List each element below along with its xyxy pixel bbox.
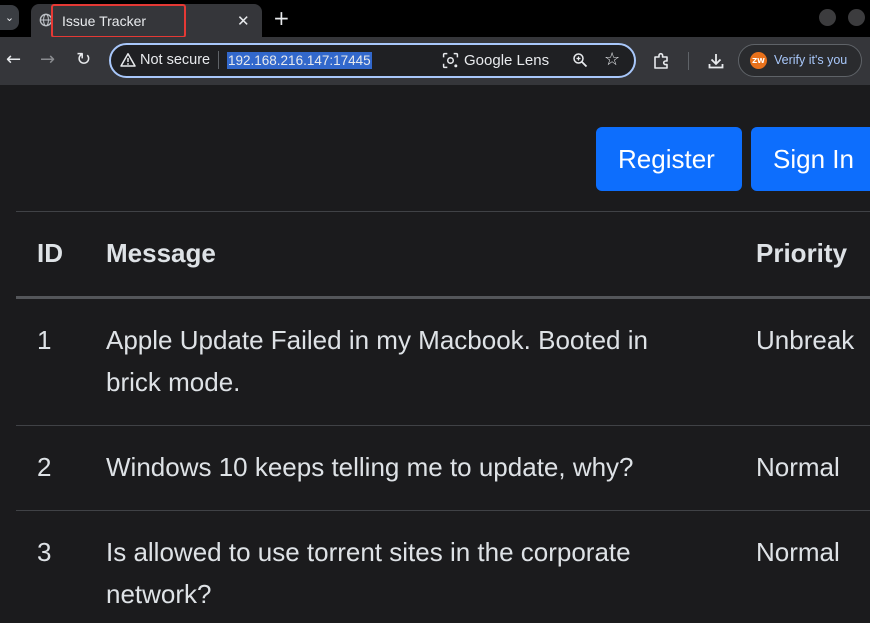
row-divider xyxy=(16,425,870,426)
page-content: Register Sign In ID Message Priority 1 A… xyxy=(0,85,870,623)
warning-icon[interactable] xyxy=(120,52,136,68)
row-id: 2 xyxy=(37,452,52,482)
verify-identity-button[interactable]: ZW Verify it's you xyxy=(738,44,862,77)
row-message: Apple Update Failed in my Macbook. Boote… xyxy=(106,325,648,355)
header-priority: Priority xyxy=(756,238,848,268)
sign-in-button[interactable]: Sign In xyxy=(751,127,870,191)
back-button[interactable]: ← xyxy=(6,49,21,71)
google-lens-icon[interactable] xyxy=(442,52,459,69)
header-message: Message xyxy=(106,238,216,268)
extensions-puzzle-icon[interactable] xyxy=(652,51,672,71)
row-message-continued: brick mode. xyxy=(106,367,241,397)
verify-label: Verify it's you xyxy=(774,53,848,67)
security-status[interactable]: Not secure xyxy=(140,52,210,68)
row-id: 1 xyxy=(37,325,52,355)
forward-button[interactable]: → xyxy=(40,49,55,71)
tab-title: Issue Tracker xyxy=(62,13,147,29)
profile-avatar: ZW xyxy=(750,52,767,69)
browser-tab-bar: ⌄ Issue Tracker ✕ + xyxy=(0,0,870,38)
header-divider xyxy=(16,296,870,299)
address-bar[interactable]: Not secure 192.168.216.147:17445 Google … xyxy=(109,43,636,78)
header-id: ID xyxy=(37,238,63,268)
table-top-border xyxy=(16,211,870,212)
row-message: Windows 10 keeps telling me to update, w… xyxy=(106,452,634,482)
row-divider xyxy=(16,510,870,511)
zoom-icon[interactable] xyxy=(572,52,588,68)
row-message-continued: network? xyxy=(106,579,212,609)
window-minimize-button[interactable] xyxy=(819,9,836,26)
url-text[interactable]: 192.168.216.147:17445 xyxy=(227,52,372,69)
omnibox-divider xyxy=(218,51,219,69)
tab-list-button[interactable]: ⌄ xyxy=(0,5,19,30)
bookmark-star-icon[interactable]: ☆ xyxy=(604,49,620,70)
google-lens-label[interactable]: Google Lens xyxy=(464,52,549,69)
window-maximize-button[interactable] xyxy=(848,9,865,26)
row-priority: Normal xyxy=(756,452,840,482)
toolbar-divider xyxy=(688,52,689,70)
row-priority: Normal xyxy=(756,537,840,567)
tab-close-icon[interactable]: ✕ xyxy=(237,12,250,30)
row-message: Is allowed to use torrent sites in the c… xyxy=(106,537,631,567)
new-tab-button[interactable]: + xyxy=(273,6,290,30)
reload-button[interactable]: ↻ xyxy=(76,49,91,71)
download-icon[interactable] xyxy=(706,51,726,71)
row-priority: Unbreak xyxy=(756,325,855,355)
tab-issue-tracker[interactable]: Issue Tracker ✕ xyxy=(31,4,262,38)
row-id: 3 xyxy=(37,537,52,567)
register-button[interactable]: Register xyxy=(596,127,742,191)
